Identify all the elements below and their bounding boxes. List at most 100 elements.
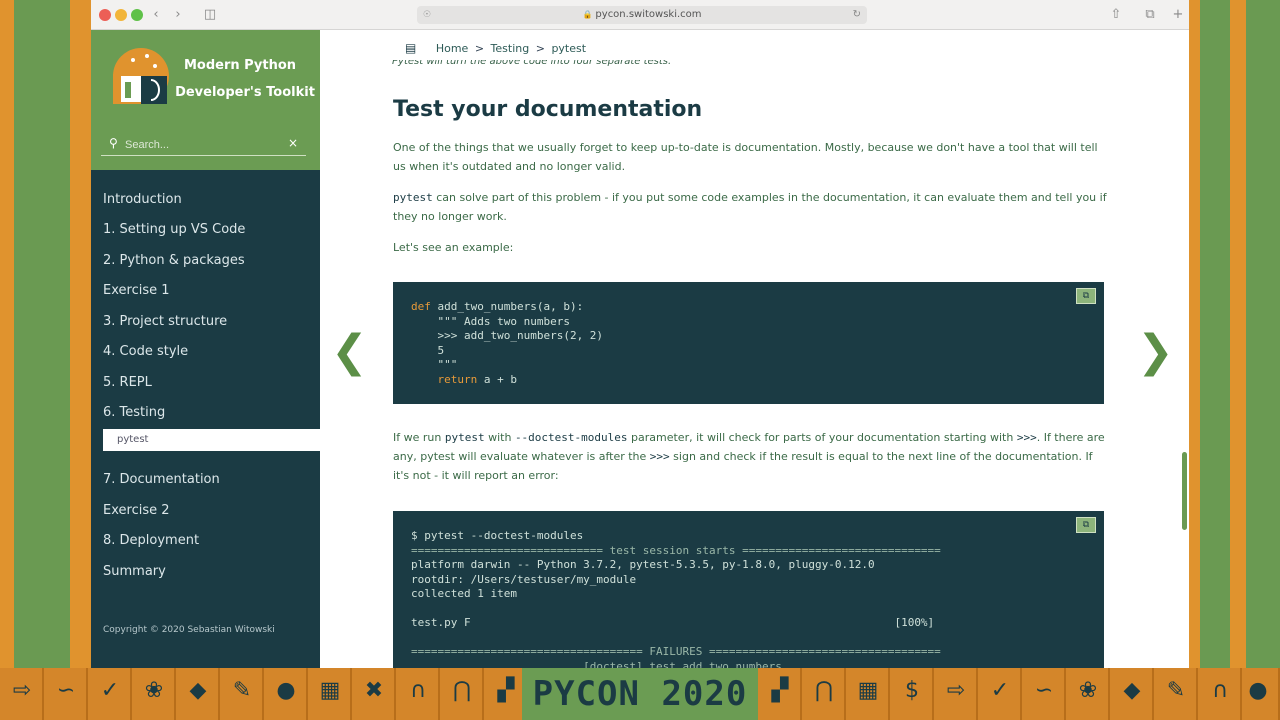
wrench-icon: ✖	[352, 668, 396, 720]
minimize-window-icon[interactable]	[115, 9, 127, 21]
brand-header: Modern Python Developer's Toolkit ⚲ ×	[91, 30, 320, 170]
sidebar-item-setting-up-vs-code[interactable]: 1. Setting up VS Code	[103, 222, 245, 237]
breadcrumb-current: pytest	[551, 42, 587, 55]
sidebar-item-exercise-1[interactable]: Exercise 1	[103, 283, 170, 298]
paragraph-text: If we run	[393, 431, 445, 444]
address-bar[interactable]: ☉ 🔒 pycon.switowski.com ↻	[417, 6, 867, 24]
zoom-window-icon[interactable]	[131, 9, 143, 21]
copy-code-button[interactable]: ⧉	[1076, 517, 1096, 533]
reload-icon[interactable]: ↻	[853, 6, 861, 24]
pycon-logo: PYCON 2020	[522, 668, 758, 720]
menu-icon[interactable]: ▤	[405, 41, 416, 55]
tabs-overview-icon[interactable]: ⧉	[1141, 6, 1159, 24]
next-page-icon[interactable]: ❯	[1137, 330, 1174, 374]
money-terminal-icon: $	[890, 668, 934, 720]
checkmark-icon: ✓	[88, 668, 132, 720]
pycon-banner: ⇨ ∽ ✓ ❀ ◆ ✎ ● ▦ ✖ ∩ ⋂ ▞ PYCON 2020 ▞ ⋂ ▦…	[0, 668, 1280, 720]
paragraph-doctest: If we run pytest with --doctest-modules …	[393, 428, 1108, 485]
browser-window: ‹ › ◫ ☉ 🔒 pycon.switowski.com ↻ ⇧ ⧉ + Mo…	[91, 0, 1189, 668]
inline-code: pytest	[444, 431, 485, 444]
code-text: a + b	[477, 372, 517, 386]
code-keyword: return	[411, 372, 478, 386]
code-block-output: ⧉ $ pytest --doctest-modules ===========…	[393, 511, 1104, 668]
bridge-icon: ⋂	[802, 668, 846, 720]
cut-off-text: Pytest will turn the above code into fou…	[392, 60, 672, 67]
sidebar-item-exercise-2[interactable]: Exercise 2	[103, 503, 170, 518]
sidebar-toggle-icon[interactable]: ◫	[201, 6, 219, 24]
previous-page-icon[interactable]: ❮	[331, 330, 368, 374]
code-line: 5	[411, 343, 445, 357]
sidebar-item-repl[interactable]: 5. REPL	[103, 375, 152, 390]
brand-title-line-2: Developer's Toolkit	[175, 85, 315, 100]
toolkit-logo-icon[interactable]	[111, 46, 171, 108]
code-line: collected 1 item	[411, 587, 517, 600]
keyboard-icon: ▦	[846, 668, 890, 720]
search-icon: ⚲	[109, 136, 118, 150]
code-line: def add_two_numbers(a, b):	[411, 300, 1086, 315]
sidebar-item-code-style[interactable]: 4. Code style	[103, 344, 188, 359]
sidebar-item-introduction[interactable]: Introduction	[103, 192, 182, 207]
back-icon[interactable]: ‹	[147, 6, 165, 24]
code-line: """	[411, 358, 458, 371]
inline-code: >>>	[649, 450, 670, 463]
search-input[interactable]	[125, 137, 285, 153]
sidebar-item-summary[interactable]: Summary	[103, 564, 166, 579]
pencil-icon: ✎	[1154, 668, 1198, 720]
paragraph-intro: One of the things that we usually forget…	[393, 141, 1098, 173]
diamond-icon: ◆	[176, 668, 220, 720]
section-heading: Test your documentation	[393, 97, 703, 122]
code-line: test.py F [100%]	[411, 616, 935, 629]
code-keyword: def	[411, 300, 431, 313]
code-line: $ pytest --doctest-modules	[411, 529, 584, 542]
lock-icon: 🔒	[582, 10, 593, 19]
copy-code-button[interactable]: ⧉	[1076, 288, 1096, 304]
stairs-icon: ▞	[758, 668, 802, 720]
breadcrumb-testing[interactable]: Testing	[491, 42, 530, 55]
share-icon[interactable]: ⇧	[1107, 6, 1125, 24]
main-content: ▤ Home > Testing > pytest Pytest will tu…	[320, 30, 1189, 668]
pencil-icon: ✎	[220, 668, 264, 720]
right-frame	[1188, 0, 1280, 668]
left-frame	[0, 0, 80, 668]
url-text: pycon.switowski.com	[595, 9, 702, 20]
code-text: add_two_numbers(a, b):	[430, 300, 584, 313]
paragraph-pytest: pytest can solve part of this problem - …	[393, 188, 1108, 226]
sidebar-item-deployment[interactable]: 8. Deployment	[103, 533, 199, 548]
code-line: _________________________ [doctest] test…	[411, 659, 955, 669]
snake-icon: ∽	[1022, 668, 1066, 720]
leaf-icon: ❀	[1066, 668, 1110, 720]
browser-toolbar: ‹ › ◫ ☉ 🔒 pycon.switowski.com ↻ ⇧ ⧉ +	[91, 0, 1189, 30]
search-box: ⚲ ×	[101, 134, 306, 156]
close-window-icon[interactable]	[99, 9, 111, 21]
paragraph-text: can solve part of this problem - if you …	[393, 191, 1107, 223]
clear-search-icon[interactable]: ×	[288, 136, 298, 150]
sidebar-item-python-packages[interactable]: 2. Python & packages	[103, 253, 245, 268]
robot-icon: ●	[264, 668, 308, 720]
breadcrumb-separator: >	[535, 42, 545, 55]
terminal-icon: ⇨	[934, 668, 978, 720]
paragraph-example: Let's see an example:	[393, 241, 514, 254]
sidebar-item-project-structure[interactable]: 3. Project structure	[103, 314, 227, 329]
code-line: =================================== FAIL…	[411, 645, 941, 658]
paragraph-text: with	[484, 431, 515, 444]
code-line: ============================= test sessi…	[411, 543, 941, 557]
code-block-example: ⧉ def add_two_numbers(a, b): """ Adds tw…	[393, 282, 1104, 404]
leaf-icon: ❀	[132, 668, 176, 720]
sidebar-item-pytest[interactable]: pytest	[103, 429, 320, 451]
paragraph-text: parameter, it will check for parts of yo…	[627, 431, 1017, 444]
snake-icon: ∽	[44, 668, 88, 720]
copyright-text: Copyright © 2020 Sebastian Witowski	[103, 625, 275, 635]
scrollbar[interactable]	[1182, 452, 1187, 530]
code-line: return a + b	[411, 373, 1086, 388]
arches-icon: ∩	[396, 668, 440, 720]
sidebar-item-documentation[interactable]: 7. Documentation	[103, 472, 220, 487]
checkmark-icon: ✓	[978, 668, 1022, 720]
forward-icon[interactable]: ›	[169, 6, 187, 24]
privacy-shield-icon: ☉	[423, 10, 432, 20]
new-tab-icon[interactable]: +	[1169, 6, 1187, 24]
breadcrumb-home[interactable]: Home	[436, 42, 468, 55]
code-line: platform darwin -- Python 3.7.2, pytest-…	[411, 558, 875, 571]
sidebar-item-testing[interactable]: 6. Testing	[103, 405, 165, 420]
diamond-icon: ◆	[1110, 668, 1154, 720]
